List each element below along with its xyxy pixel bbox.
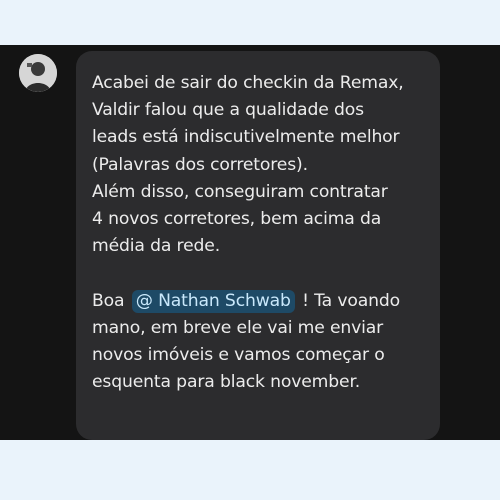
user-photo-icon: [19, 54, 57, 92]
avatar[interactable]: [19, 54, 57, 92]
message-line: Valdir falou que a qualidade dos: [92, 100, 364, 121]
message-line: Além disso, conseguiram contratar: [92, 181, 388, 202]
user-mention[interactable]: @ Nathan Schwab: [131, 289, 295, 313]
message-line: média da rede.: [92, 236, 221, 257]
message-line: mano, em breve ele vai me enviar: [92, 317, 384, 338]
message-text: Boa: [92, 290, 125, 311]
message-paragraph-2: Boa @ Nathan Schwab ! Ta voando mano, em…: [92, 288, 432, 397]
message-text: ! Ta voando: [302, 290, 401, 311]
message-line: novos imóveis e vamos começar o: [92, 345, 385, 366]
chat-area: Acabei de sair do checkin da Remax, Vald…: [0, 45, 500, 440]
message-line: (Palavras dos corretores).: [92, 154, 308, 175]
message-line: esquenta para black november.: [92, 372, 361, 393]
message-line: Acabei de sair do checkin da Remax,: [92, 73, 404, 93]
message-paragraph-1: Acabei de sair do checkin da Remax, Vald…: [92, 70, 432, 260]
message-line: leads está indiscutivelmente melhor: [92, 127, 400, 148]
message-line: 4 novos corretores, bem acima da: [92, 209, 382, 230]
message-line-with-mention: Boa @ Nathan Schwab ! Ta voando: [92, 288, 432, 315]
message-bubble[interactable]: Acabei de sair do checkin da Remax, Vald…: [76, 51, 440, 440]
